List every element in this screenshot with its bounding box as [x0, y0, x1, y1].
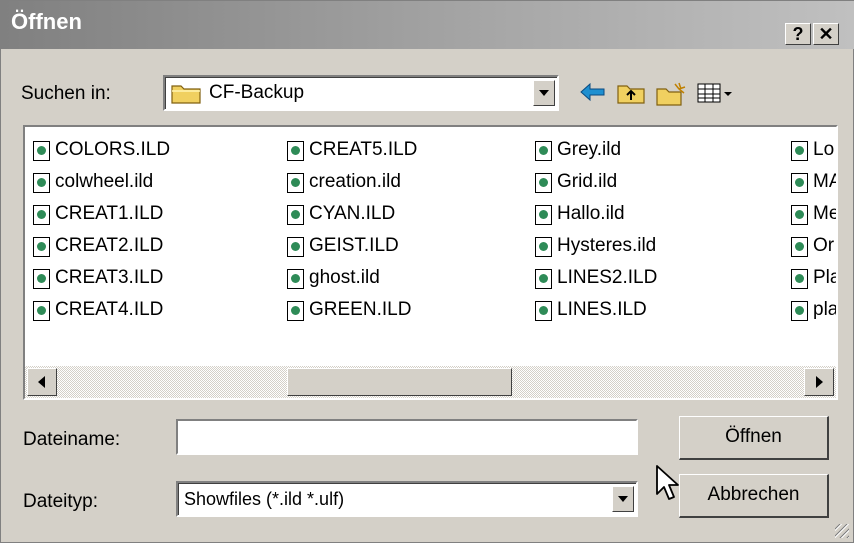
- file-list[interactable]: COLORS.ILD colwheel.ild CREAT1.ILD CREAT…: [23, 125, 838, 400]
- scroll-right-button[interactable]: [804, 368, 834, 396]
- cancel-button[interactable]: Abbrechen: [679, 474, 829, 518]
- open-dialog: Öffnen ? ✕ Suchen in: CF-Backup COLORS.I…: [0, 0, 854, 543]
- resize-grip-icon[interactable]: [835, 524, 849, 538]
- close-button[interactable]: ✕: [813, 23, 839, 45]
- file-icon: [287, 269, 304, 289]
- look-in-combo[interactable]: CF-Backup: [163, 75, 559, 111]
- file-icon: [33, 237, 50, 257]
- window-title: Öffnen: [11, 9, 82, 34]
- file-icon: [791, 205, 808, 225]
- new-folder-icon[interactable]: [655, 81, 686, 107]
- file-icon: [33, 301, 50, 321]
- filetype-dropdown-button[interactable]: [612, 486, 634, 512]
- filetype-label: Dateityp:: [23, 491, 98, 512]
- file-icon: [33, 269, 50, 289]
- file-icon: [791, 301, 808, 321]
- file-icon: [535, 205, 552, 225]
- file-icon: [287, 301, 304, 321]
- file-icon: [287, 173, 304, 193]
- file-icon: [791, 237, 808, 257]
- folder-icon: [171, 85, 201, 104]
- file-icon: [791, 173, 808, 193]
- file-icon: [33, 205, 50, 225]
- horizontal-scrollbar[interactable]: [25, 366, 836, 398]
- file-icon: [535, 269, 552, 289]
- look-in-value: CF-Backup: [209, 82, 305, 103]
- help-button[interactable]: ?: [785, 23, 811, 45]
- right-arrow-icon: [816, 376, 823, 388]
- view-menu-icon[interactable]: [696, 81, 736, 107]
- filename-input[interactable]: [176, 419, 638, 455]
- filetype-value: Showfiles (*.ild *.ulf): [184, 489, 345, 509]
- file-icon: [287, 237, 304, 257]
- title-bar[interactable]: Öffnen ? ✕: [1, 1, 854, 49]
- file-icon: [33, 141, 50, 161]
- filename-label: Dateiname:: [23, 429, 121, 450]
- file-icon: [791, 141, 808, 161]
- up-folder-icon[interactable]: [616, 81, 646, 107]
- scroll-left-button[interactable]: [27, 368, 57, 396]
- file-icon: [287, 205, 304, 225]
- scroll-thumb[interactable]: [287, 368, 512, 396]
- file-icon: [33, 173, 50, 193]
- look-in-dropdown-button[interactable]: [533, 80, 555, 106]
- back-arrow-icon[interactable]: [578, 81, 608, 107]
- file-icon: [535, 301, 552, 321]
- filetype-select[interactable]: Showfiles (*.ild *.ulf): [176, 481, 638, 517]
- open-button[interactable]: Öffnen: [679, 416, 829, 460]
- file-icon: [287, 141, 304, 161]
- mouse-cursor-icon: [656, 465, 679, 500]
- look-in-label: Suchen in:: [21, 83, 111, 104]
- left-arrow-icon: [38, 376, 45, 388]
- file-icon: [791, 269, 808, 289]
- file-icon: [535, 237, 552, 257]
- file-icon: [535, 141, 552, 161]
- file-icon: [535, 173, 552, 193]
